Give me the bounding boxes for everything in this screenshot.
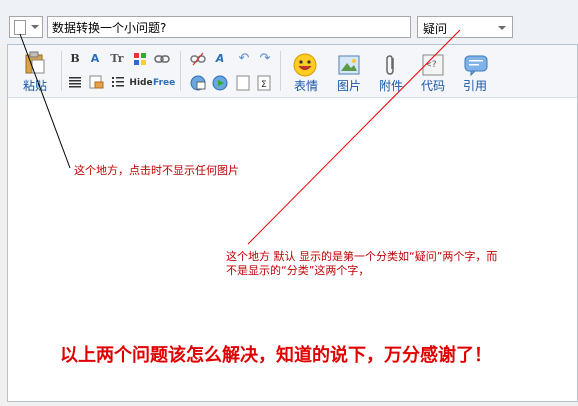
pointer-line-icon bbox=[19, 33, 71, 169]
annotation-lines bbox=[19, 29, 461, 245]
pointer-line-category bbox=[247, 29, 461, 245]
